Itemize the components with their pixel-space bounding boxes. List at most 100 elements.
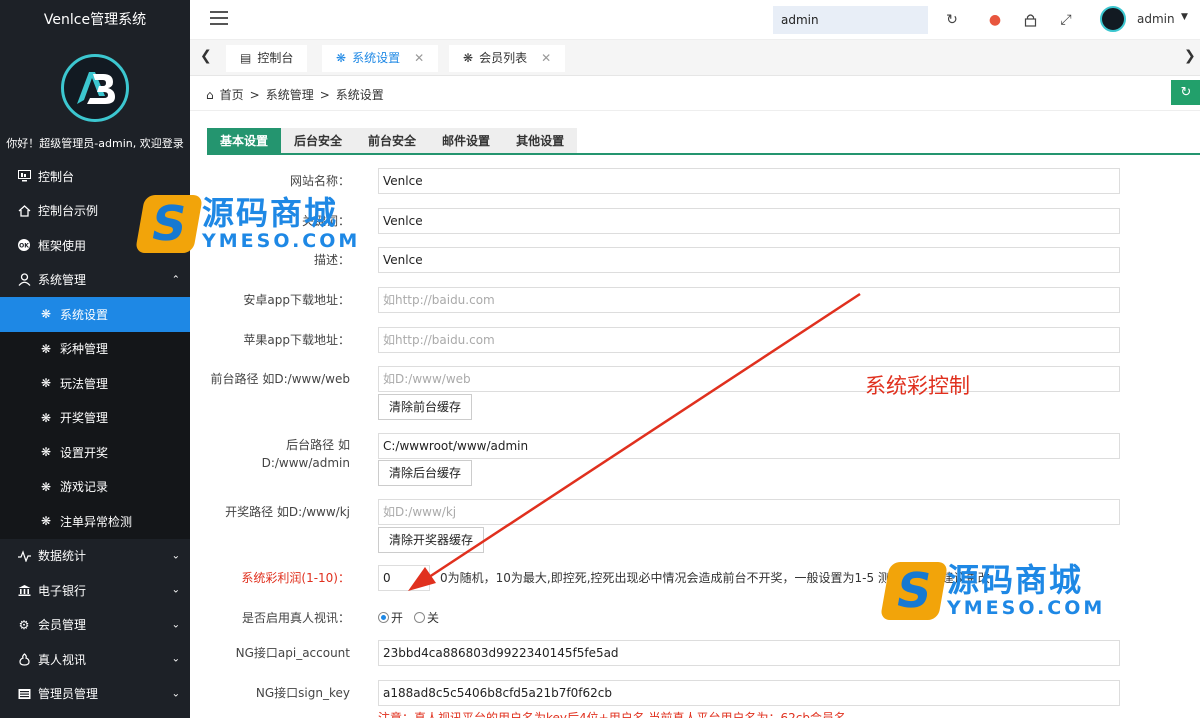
watermark-en: YMESO.COM xyxy=(947,597,1106,619)
palm-icon: ❋ xyxy=(40,307,52,322)
breadcrumb-home[interactable]: 首页 xyxy=(220,86,244,103)
lock-icon[interactable] xyxy=(1020,10,1040,30)
description-label: 描述： xyxy=(313,253,350,267)
breadcrumb-level2: 系统设置 xyxy=(335,88,384,102)
sidebar-item-draw-management[interactable]: ❋ 开奖管理 xyxy=(0,400,190,435)
sidebar-item-bet-anomaly[interactable]: ❋ 注单异常检测 xyxy=(0,504,190,539)
draw-path-label: 开奖路径 如D:/www/kj xyxy=(225,505,350,519)
front-path-label: 前台路径 如D:/www/web xyxy=(210,372,350,386)
sidebar-item-game-records[interactable]: ❋ 游戏记录 xyxy=(0,469,190,504)
live-video-on-radio[interactable]: 开 xyxy=(378,609,403,626)
radio-unchecked-icon xyxy=(414,612,425,623)
palm-icon: ❋ xyxy=(40,445,52,460)
palm-icon: ❋ xyxy=(40,376,52,391)
chevron-right-icon[interactable]: ❯ xyxy=(1184,48,1196,64)
avatar[interactable] xyxy=(61,53,129,122)
user-icon xyxy=(16,272,32,288)
sidebar-item-label: 数据统计 xyxy=(38,549,87,564)
sidebar-item-lottery-types[interactable]: ❋ 彩种管理 xyxy=(0,331,190,366)
sidebar-item-label: 玩法管理 xyxy=(60,376,109,391)
live-video-off-radio[interactable]: 关 xyxy=(414,609,439,626)
close-icon[interactable]: ✕ xyxy=(541,45,551,72)
notification-icon[interactable]: ● xyxy=(985,10,1005,30)
tab-member-list[interactable]: ❋ 会员列表 ✕ xyxy=(449,45,566,72)
sidebar-item-label: 注单异常检测 xyxy=(60,514,133,529)
clear-admin-cache-button[interactable]: 清除后台缓存 xyxy=(378,460,473,486)
tab-front-security[interactable]: 前台安全 xyxy=(355,128,430,154)
bank-icon xyxy=(16,582,32,598)
site-name-input[interactable] xyxy=(378,168,1120,194)
chevron-down-icon: ⌄ xyxy=(171,550,180,562)
profit-input[interactable] xyxy=(378,565,430,591)
palm-icon: ❋ xyxy=(40,341,52,356)
admin-path-input[interactable] xyxy=(378,433,1120,459)
sidebar-item-members[interactable]: ⚙ 会员管理 ⌄ xyxy=(0,608,190,643)
palm-icon: ❋ xyxy=(40,479,52,494)
monitor-icon: ▤ xyxy=(240,51,252,65)
chart-icon xyxy=(16,548,32,564)
sidebar-item-statistics[interactable]: 数据统计 ⌄ xyxy=(0,539,190,574)
app-title: Venlce管理系统 xyxy=(0,0,190,40)
tab-label: 系统设置 xyxy=(352,51,401,65)
sidebar-item-ebank[interactable]: 电子银行 ⌄ xyxy=(0,573,190,608)
ios-url-input[interactable] xyxy=(378,327,1120,353)
tab-basic-settings[interactable]: 基本设置 xyxy=(207,128,282,154)
person-icon xyxy=(16,651,32,667)
watermark-cn: 源码商城 xyxy=(947,561,1084,599)
radio-checked-icon xyxy=(378,612,389,623)
watermark-logo: S xyxy=(134,195,204,253)
ng-key-input[interactable] xyxy=(378,680,1120,706)
ng-key-label: NG接口sign_key xyxy=(255,686,350,700)
sidebar-item-label: 设置开奖 xyxy=(60,445,109,460)
keywords-input[interactable] xyxy=(378,208,1120,234)
refresh-icon[interactable]: ↻ xyxy=(942,10,962,30)
chevron-down-icon: ⌄ xyxy=(171,653,180,665)
admin-icon xyxy=(16,686,32,702)
live-video-note: 注意：真人视讯平台的用户名为key后4位+用户名 当前真人平台用户名为：62cb… xyxy=(378,711,846,718)
ok-icon: OK xyxy=(16,237,32,253)
sidebar-item-label: 系统管理 xyxy=(38,273,87,288)
clear-front-cache-button[interactable]: 清除前台缓存 xyxy=(378,394,473,420)
ng-account-input[interactable] xyxy=(378,640,1120,666)
page-refresh-button[interactable]: ↻ xyxy=(1171,80,1200,105)
draw-path-input[interactable] xyxy=(378,499,1120,525)
breadcrumb-level1[interactable]: 系统管理 xyxy=(266,86,314,103)
tab-mail-settings[interactable]: 邮件设置 xyxy=(429,128,504,154)
sidebar-item-label: 会员管理 xyxy=(38,618,87,633)
chevron-down-icon: ⌄ xyxy=(171,584,180,596)
fullscreen-icon[interactable]: ⤢ xyxy=(1056,10,1076,30)
tab-admin-security[interactable]: 后台安全 xyxy=(281,128,356,154)
site-name-label: 网站名称： xyxy=(289,174,350,188)
sidebar-item-label: 游戏记录 xyxy=(60,480,109,495)
sidebar-item-system-settings[interactable]: ❋ 系统设置 xyxy=(0,297,190,332)
chevron-left-icon[interactable]: ❮ xyxy=(200,48,212,64)
caret-down-icon[interactable]: ▼ xyxy=(1181,12,1188,22)
tab-other-settings[interactable]: 其他设置 xyxy=(503,128,578,154)
watermark-cn: 源码商城 xyxy=(202,194,339,232)
close-icon[interactable]: ✕ xyxy=(414,45,424,72)
sidebar-item-set-draw[interactable]: ❋ 设置开奖 xyxy=(0,435,190,470)
front-path-input[interactable] xyxy=(378,366,1120,392)
menu-toggle-icon[interactable] xyxy=(210,11,228,29)
sidebar-item-admins[interactable]: 管理员管理 ⌄ xyxy=(0,677,190,712)
android-url-input[interactable] xyxy=(378,287,1120,313)
tab-dashboard[interactable]: ▤ 控制台 xyxy=(226,45,308,72)
radio-label: 关 xyxy=(427,611,440,625)
description-input[interactable] xyxy=(378,247,1120,273)
sidebar-item-dashboard[interactable]: 控制台 xyxy=(0,159,190,194)
user-avatar[interactable] xyxy=(1100,6,1126,32)
sidebar-item-label: 系统设置 xyxy=(60,307,109,322)
clear-draw-cache-button[interactable]: 清除开奖器缓存 xyxy=(378,527,485,553)
chevron-down-icon: ⌄ xyxy=(171,688,180,700)
username[interactable]: admin xyxy=(1137,12,1175,26)
admin-path-label-line2: D:/www/admin xyxy=(261,456,350,470)
welcome-text: 你好！超级管理员-admin, 欢迎登录 xyxy=(6,137,184,150)
sidebar-item-system[interactable]: 系统管理 ⌃ xyxy=(0,262,190,297)
sidebar-item-play-methods[interactable]: ❋ 玩法管理 xyxy=(0,366,190,401)
search-input[interactable] xyxy=(773,6,928,34)
breadcrumb-separator: > xyxy=(249,87,260,102)
tab-system-settings[interactable]: ❋ 系统设置 ✕ xyxy=(322,45,439,72)
sidebar-item-label: 框架使用 xyxy=(38,238,87,253)
ng-account-label: NG接口api_account xyxy=(235,646,350,660)
sidebar-item-live-video[interactable]: 真人视讯 ⌄ xyxy=(0,642,190,677)
